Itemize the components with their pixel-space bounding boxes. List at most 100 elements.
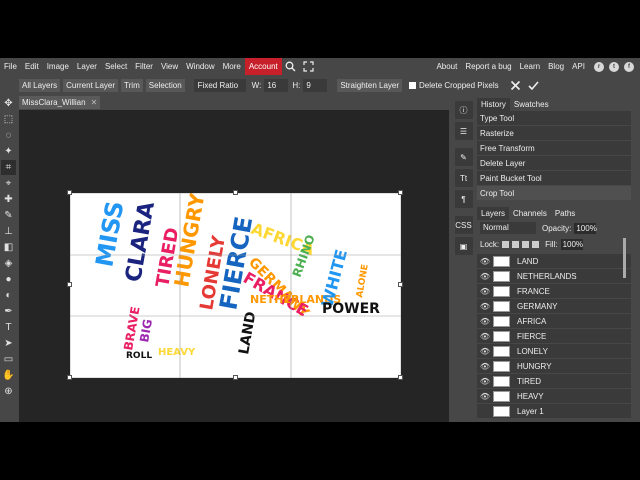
path-select-tool-icon[interactable]: ➤	[1, 336, 16, 351]
opacity-input[interactable]: 100%	[574, 222, 597, 234]
eye-icon[interactable]: 👁	[477, 272, 493, 281]
layer-row[interactable]: 👁 HEAVY	[477, 389, 631, 404]
selection-button[interactable]: Selection	[145, 78, 185, 92]
layer-row[interactable]: 👁 HUNGRY	[477, 359, 631, 374]
move-tool-icon[interactable]: ✥	[1, 96, 16, 111]
history-item[interactable]: Delete Layer	[477, 156, 631, 171]
brush-settings-icon[interactable]: ✎	[454, 148, 473, 166]
twitter-icon[interactable]: t	[609, 61, 619, 72]
lock-position-icon[interactable]	[522, 240, 530, 248]
healing-tool-icon[interactable]: ✚	[1, 192, 16, 207]
eye-icon[interactable]: 👁	[477, 377, 493, 386]
menu-api[interactable]: API	[568, 58, 589, 75]
fullscreen-icon[interactable]	[302, 60, 316, 74]
magic-wand-tool-icon[interactable]: ✦	[1, 144, 16, 159]
brush-tool-icon[interactable]: ✎	[1, 208, 16, 223]
menu-edit[interactable]: Edit	[21, 58, 43, 75]
eye-icon[interactable]: 👁	[477, 347, 493, 356]
eye-icon[interactable]: 👁	[477, 332, 493, 341]
layer-row[interactable]: 👁 LONELY	[477, 344, 631, 359]
blur-tool-icon[interactable]: ●	[1, 272, 16, 287]
eye-icon[interactable]: 👁	[477, 302, 493, 311]
marquee-tool-icon[interactable]: ⬚	[1, 112, 16, 127]
paragraph-icon[interactable]: ¶	[454, 190, 473, 208]
paint-bucket-tool-icon[interactable]: ◈	[1, 256, 16, 271]
layers-scrollbar[interactable]	[623, 238, 626, 278]
height-input[interactable]	[303, 78, 328, 92]
trim-button[interactable]: Trim	[121, 78, 143, 92]
layer-row[interactable]: 👁 FRANCE	[477, 284, 631, 299]
eye-icon[interactable]: 👁	[477, 317, 493, 326]
crop-handle-bottom[interactable]	[233, 375, 238, 380]
menu-file[interactable]: File	[0, 58, 21, 75]
document-canvas[interactable]: MISS CLARA TIRED HUNGRY LONELY FIERCE AFRICA GE…	[67, 190, 403, 380]
fill-input[interactable]: 100%	[560, 238, 583, 250]
blend-mode-select[interactable]: Normal	[480, 222, 536, 234]
type-tool-icon[interactable]: T	[1, 320, 16, 335]
dodge-tool-icon[interactable]: ◐	[1, 288, 16, 303]
menu-view[interactable]: View	[157, 58, 182, 75]
lock-all-icon[interactable]	[532, 240, 540, 248]
menu-about[interactable]: About	[432, 58, 461, 75]
layer-row[interactable]: 👁 LAND	[477, 254, 631, 269]
eye-icon[interactable]: 👁	[477, 392, 493, 401]
tab-paths[interactable]: Paths	[551, 207, 579, 220]
hand-tool-icon[interactable]: ✋	[1, 368, 16, 383]
crop-tool-icon[interactable]: ⌗	[1, 160, 16, 175]
layer-row[interactable]: 👁 TIRED	[477, 374, 631, 389]
history-item[interactable]: Crop Tool	[477, 186, 631, 201]
ratio-select[interactable]: Fixed Ratio	[193, 78, 246, 92]
crop-handle-top[interactable]	[233, 190, 238, 195]
layer-row[interactable]: 👁 FIERCE	[477, 329, 631, 344]
css-icon[interactable]: CSS	[454, 216, 473, 234]
commit-check-icon[interactable]	[527, 78, 541, 92]
tab-channels[interactable]: Channels	[509, 207, 551, 220]
search-icon[interactable]	[284, 60, 298, 74]
lasso-tool-icon[interactable]: ◌	[1, 128, 16, 143]
crop-handle-left[interactable]	[67, 282, 72, 287]
current-layer-button[interactable]: Current Layer	[63, 78, 119, 92]
lock-pixels-icon[interactable]	[512, 240, 520, 248]
layer-row[interactable]: 👁 AFRICA	[477, 314, 631, 329]
menu-account[interactable]: Account	[244, 58, 282, 75]
layer-row[interactable]: 👁 NETHERLANDS	[477, 269, 631, 284]
crop-handle-top-right[interactable]	[398, 190, 403, 195]
menu-layer[interactable]: Layer	[73, 58, 101, 75]
history-item[interactable]: Free Transform	[477, 141, 631, 156]
tab-history[interactable]: History	[477, 98, 510, 111]
history-item[interactable]: Rasterize	[477, 126, 631, 141]
reddit-icon[interactable]: r	[594, 61, 604, 72]
image-icon[interactable]: ▣	[454, 237, 473, 255]
menu-learn[interactable]: Learn	[516, 58, 544, 75]
crop-handle-top-left[interactable]	[67, 190, 72, 195]
info-icon[interactable]: ⓘ	[454, 101, 473, 119]
menu-filter[interactable]: Filter	[131, 58, 157, 75]
eyedropper-tool-icon[interactable]: ⌖	[1, 176, 16, 191]
width-input[interactable]	[264, 78, 289, 92]
tab-swatches[interactable]: Swatches	[510, 98, 553, 111]
menu-window[interactable]: Window	[182, 58, 218, 75]
close-tab-icon[interactable]: ✕	[91, 96, 98, 109]
character-icon[interactable]: Tt	[454, 169, 473, 187]
layer-row[interactable]: Layer 1	[477, 404, 631, 419]
menu-report-bug[interactable]: Report a bug	[461, 58, 515, 75]
tab-layers[interactable]: Layers	[477, 207, 510, 220]
eye-icon[interactable]: 👁	[477, 362, 493, 371]
history-item[interactable]: Type Tool	[477, 111, 631, 126]
cancel-icon[interactable]	[509, 78, 523, 92]
zoom-tool-icon[interactable]: ⊕	[1, 384, 16, 399]
crop-handle-bottom-right[interactable]	[398, 375, 403, 380]
lock-transparency-icon[interactable]	[502, 240, 510, 248]
pen-tool-icon[interactable]: ✒	[1, 304, 16, 319]
menu-image[interactable]: Image	[43, 58, 73, 75]
delete-cropped-option[interactable]: Delete Cropped Pixels	[409, 81, 499, 90]
history-item[interactable]: Paint Bucket Tool	[477, 171, 631, 186]
delete-cropped-checkbox[interactable]	[409, 81, 417, 89]
eye-icon[interactable]: 👁	[477, 287, 493, 296]
straighten-layer-button[interactable]: Straighten Layer	[337, 78, 403, 92]
facebook-icon[interactable]: f	[624, 61, 634, 72]
canvas-workspace[interactable]: MISS CLARA TIRED HUNGRY LONELY FIERCE AFRICA GE…	[19, 110, 449, 422]
document-tab[interactable]: MissClara_Willian ✕	[19, 96, 101, 109]
menu-blog[interactable]: Blog	[544, 58, 568, 75]
properties-icon[interactable]: ☰	[454, 122, 473, 140]
